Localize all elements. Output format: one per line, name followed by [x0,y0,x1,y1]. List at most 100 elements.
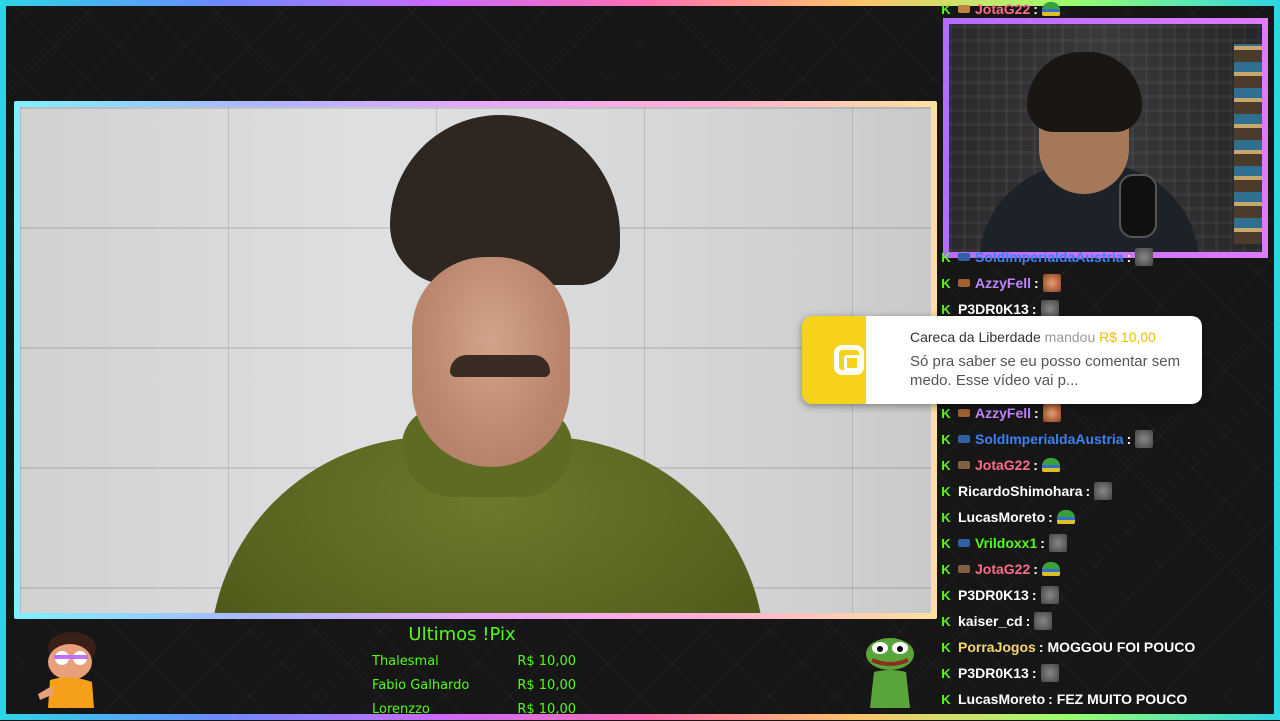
kick-badge-icon: K [941,665,951,681]
emote-icon [1041,458,1060,472]
kick-badge-icon: K [941,535,951,551]
last-pix-title: Ultimos !Pix [408,624,516,645]
chat-separator: : [1040,535,1045,551]
chat-username[interactable]: SoldImperialdaAustria [975,249,1124,265]
sub-badge-icon [958,539,970,547]
kick-badge-icon: K [941,405,951,421]
kick-badge-icon: K [941,509,951,525]
sub-badge-icon [958,253,970,261]
pix-row-name: Fabio Galhardo [372,677,470,693]
pix-row-name: Thalesmal [372,653,439,669]
kick-badge-icon: K [941,249,951,265]
chat-message: K RicardoShimohara: [940,480,1113,502]
chat-username[interactable]: AzzyFell [975,405,1031,421]
chat-username[interactable]: RicardoShimohara [958,483,1082,499]
pix-list-row: Fabio Galhardo R$ 10,00 [372,673,576,697]
sub-badge-icon [958,279,970,287]
chat-separator: : [1126,431,1132,447]
chat-separator: : [1034,275,1039,291]
chat-username[interactable]: Vrildoxx1 [975,535,1037,551]
chat-message: K P3DR0K13: [940,584,1059,606]
pix-row-amount: R$ 10,00 [517,653,576,669]
chat-username[interactable]: P3DR0K13 [958,301,1029,317]
chat-separator: : [1031,665,1037,681]
pix-donor-name: Careca da Liberdade [910,329,1041,345]
chat-username[interactable]: SoldImperialdaAustria [975,431,1124,447]
sub-badge-icon [958,409,970,417]
emote-icon [1056,510,1075,524]
emote-icon [1041,2,1060,16]
emote-icon [1048,534,1067,552]
sub-badge-icon [958,435,970,443]
sub-badge-icon [958,5,970,13]
chat-username[interactable]: LucasMoreto [958,691,1045,707]
pix-list-row: Lorenzzo R$ 10,00 [372,697,576,721]
kick-badge-icon: K [941,301,951,317]
chat-message-text: FEZ MUITO POUCO [1056,691,1188,707]
chat-separator: : [1085,483,1091,499]
chat-username[interactable]: PorraJogos [958,639,1036,655]
chat-username[interactable]: kaiser_cd [958,613,1023,629]
emote-icon [1135,248,1154,266]
chat-separator: : [1031,587,1037,603]
pix-row-amount: R$ 10,00 [517,677,576,693]
chat-message: K LucasMoreto: FEZ MUITO POUCO [940,688,1187,710]
chat-message: K JotaG22: [940,558,1060,580]
pix-row-amount: R$ 10,00 [517,701,576,717]
chat-message: K P3DR0K13: [940,662,1059,684]
main-video-frame [14,101,937,619]
person-mustache [450,355,550,377]
pix-message: Só pra saber se eu posso comentar sem me… [910,353,1181,389]
kick-badge-icon: K [941,275,951,291]
chat-separator: : [1033,457,1038,473]
chat-message: K SoldImperialdaAustria: [940,246,1154,268]
chat-separator: : [1038,639,1044,655]
chat-username[interactable]: JotaG22 [975,457,1030,473]
chat-message: Kkaiser_cd: [940,610,1053,632]
emote-icon [1040,664,1059,682]
kick-badge-icon: K [941,483,951,499]
kick-badge-icon: K [941,587,951,603]
chat-username[interactable]: JotaG22 [975,561,1030,577]
pix-alert-body: Careca da Liberdade mandou R$ 10,00 Só p… [866,316,1202,404]
emote-icon [1135,430,1154,448]
chat-separator: : [1034,405,1039,421]
pix-list-row: Thalesmal R$ 10,00 [372,649,576,673]
chat-message: K LucasMoreto: [940,506,1075,528]
kick-badge-icon: K [941,457,951,473]
pepe-frog-icon [866,638,914,708]
pix-amount: R$ 10,00 [1099,329,1156,345]
chat-username[interactable]: LucasMoreto [958,509,1045,525]
main-video[interactable] [20,107,931,613]
chat-separator: : [1126,249,1132,265]
emote-icon [1042,404,1061,422]
chat-separator: : [1048,691,1053,707]
emote-icon [1042,274,1061,292]
emote-icon [1034,612,1053,630]
chat-message: K PorraJogos: MOGGOU FOI POUCO [940,636,1195,658]
chat-message: K AzzyFell: [940,402,1061,424]
chat-separator: : [1025,613,1031,629]
chat-separator: : [1048,509,1053,525]
chat-username[interactable]: AzzyFell [975,275,1031,291]
kick-badge-icon: K [941,1,951,17]
chat-username[interactable]: JotaG22 [975,1,1030,17]
sub-badge-icon [958,461,970,469]
emote-icon [1040,586,1059,604]
chat-separator: : [1033,1,1038,17]
chat-message: K JotaG22: [940,0,1060,20]
chat-message: K Vrildoxx1: [940,532,1067,554]
pix-alert-header: Careca da Liberdade mandou R$ 10,00 [910,328,1188,347]
last-pix-list: Ultimos !Pix Thalesmal R$ 10,00 Fabio Ga… [372,624,592,721]
pix-verb: mandou [1044,329,1096,345]
chat-message: K JotaG22: [940,454,1060,476]
chat-message: K AzzyFell: [940,272,1061,294]
chat-username[interactable]: P3DR0K13 [958,665,1029,681]
emote-icon [1094,482,1113,500]
chat-separator: : [1031,301,1037,317]
chat-username[interactable]: P3DR0K13 [958,587,1029,603]
mascot-left-icon [38,632,96,708]
chat-separator: : [1033,561,1038,577]
pix-row-name: Lorenzzo [372,701,430,717]
pix-donation-alert: Careca da Liberdade mandou R$ 10,00 Só p… [802,316,1202,404]
